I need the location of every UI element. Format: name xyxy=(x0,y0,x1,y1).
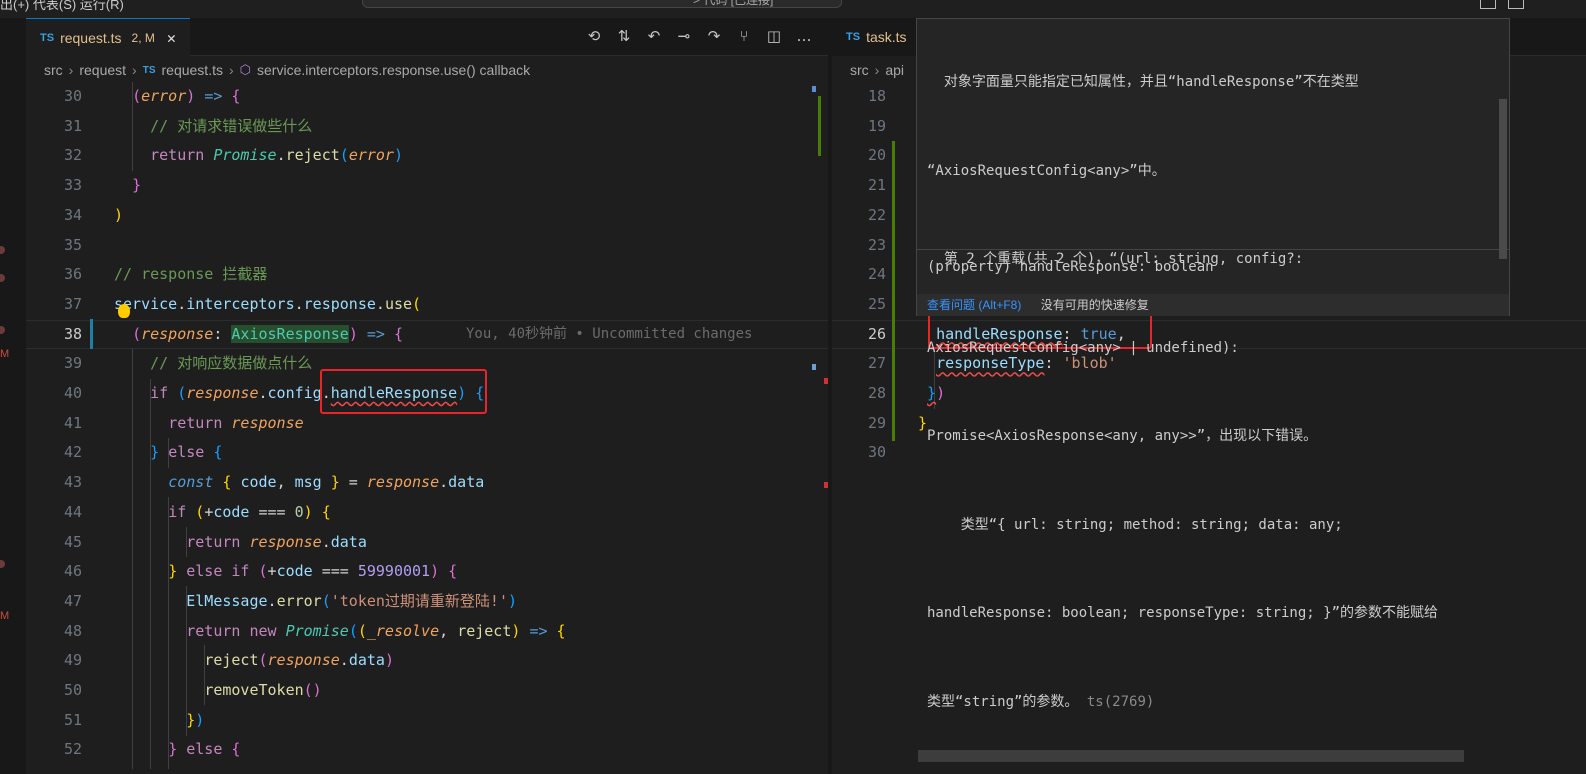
modified-marker: M xyxy=(0,348,10,360)
git-decoration-dot xyxy=(0,326,5,334)
hover-text: 类型“string”的参数。 xyxy=(927,693,1079,710)
code-line: 37 service.interceptors.response.use( xyxy=(63,294,422,313)
code-line: 33 } xyxy=(63,176,142,195)
view-problem-link[interactable]: 查看问题 (Alt+F8) xyxy=(927,298,1021,312)
typescript-icon: TS xyxy=(40,31,55,44)
git-decoration-dot xyxy=(0,274,5,282)
code-line: 34) xyxy=(63,205,124,224)
hover-text: AxiosRequestConfig<any> | undefined): xyxy=(927,339,1239,356)
hover-signature: (property) handleResponse: boolean xyxy=(927,259,1214,275)
code-line: 38 (response: AxiosResponse) => {You, 40… xyxy=(26,320,828,350)
code-line: 42 } else { xyxy=(63,443,223,462)
command-center-label: > 代码 [已连接] xyxy=(693,0,774,7)
hover-scrollbar[interactable] xyxy=(1499,99,1507,259)
command-center[interactable]: > 代码 [已连接] xyxy=(362,0,842,8)
tab-request-ts[interactable]: TS request.ts 2, M ✕ xyxy=(26,18,190,56)
hover-text: “AxiosRequestConfig<any>”中。 xyxy=(927,162,1166,179)
git-decoration-dot xyxy=(0,560,5,568)
code-line: 51 }) xyxy=(63,710,205,729)
minimap-marker xyxy=(812,86,816,92)
code-line: 44 if (+code === 0) { xyxy=(63,502,331,521)
history-icon[interactable]: ⟲ xyxy=(584,26,604,46)
code-line: 32 return Promise.reject(error) xyxy=(63,146,403,165)
breadcrumb: src › request › TS request.ts › ⬡ service.i… xyxy=(44,62,531,78)
horizontal-scrollbar[interactable] xyxy=(918,750,1464,762)
breadcrumb-item[interactable]: src xyxy=(850,62,869,78)
menu-bar[interactable]: 出(+) 代表(S) 运行(R) xyxy=(0,0,124,13)
lightbulb-icon[interactable] xyxy=(118,304,130,318)
git-compare-icon[interactable]: ⇅ xyxy=(614,26,634,46)
problem-badge: 2, M xyxy=(131,30,155,45)
git-decoration-dot xyxy=(0,246,5,254)
modified-marker: M xyxy=(0,610,10,622)
code-line: 52 } else { xyxy=(63,740,241,759)
go-forward-icon[interactable]: ↷ xyxy=(704,26,724,46)
error-hover-popup[interactable]: 对象字面量只能指定已知属性，并且“handleResponse”不在类型 “Ax… xyxy=(916,18,1510,710)
code-line: 48 return new Promise((_resolve, reject)… xyxy=(63,621,566,640)
symbol-method-icon: ⬡ xyxy=(239,62,252,77)
editor-toolbar: ⟲ ⇅ ↶ ⊸ ↷ ⑂ ◫ … xyxy=(584,26,814,46)
maximize-icon[interactable] xyxy=(1508,0,1524,9)
hover-text: Promise<AxiosResponse<any, any>>”，出现以下错误… xyxy=(927,428,1318,444)
code-line: 43 const { code, msg } = response.data xyxy=(63,473,485,492)
minimap-marker xyxy=(812,364,816,370)
breadcrumb-item[interactable]: src xyxy=(44,62,63,78)
git-blame-annotation: You, 40秒钟前 • Uncommitted changes xyxy=(466,325,753,342)
more-actions-icon[interactable]: … xyxy=(794,26,814,46)
code-line: 35 xyxy=(63,235,82,254)
tab-bar: TS request.ts 2, M ✕ ⟲ ⇅ ↶ ⊸ ↷ ⑂ ◫ … xyxy=(26,18,828,56)
code-line: 50 removeToken() xyxy=(63,681,322,699)
no-quick-fix-label: 没有可用的快速修复 xyxy=(1040,298,1149,312)
editor-group-left: TS request.ts 2, M ✕ ⟲ ⇅ ↶ ⊸ ↷ ⑂ ◫ … src… xyxy=(26,18,828,774)
tab-task-ts[interactable]: TS task.ts xyxy=(832,18,921,56)
git-commit-icon[interactable]: ⊸ xyxy=(674,26,694,46)
breadcrumb-item[interactable]: service.interceptors.response.use() call… xyxy=(257,62,530,78)
go-back-icon[interactable]: ↶ xyxy=(644,26,664,46)
breadcrumb-item[interactable]: api xyxy=(885,62,904,78)
hover-status-bar: 查看问题 (Alt+F8) 没有可用的快速修复 xyxy=(917,294,1509,316)
code-line: 45 return response.data xyxy=(63,532,367,551)
window-controls[interactable] xyxy=(1468,0,1578,9)
code-line: 31 // 对请求错误做些什么 xyxy=(63,116,313,135)
code-line: 46 } else if (+code === 59990001) { xyxy=(63,562,458,581)
hover-separator xyxy=(917,249,1509,250)
source-control-icon[interactable]: ⑂ xyxy=(734,26,754,46)
typescript-icon: TS xyxy=(142,64,156,76)
highlight-box xyxy=(320,369,487,414)
tab-filename: request.ts xyxy=(60,29,122,46)
hover-text: handleResponse: boolean; responseType: s… xyxy=(927,605,1439,621)
explorer-sliver: M M xyxy=(0,18,26,774)
typescript-icon: TS xyxy=(846,31,861,43)
breadcrumb-item[interactable]: request xyxy=(79,62,126,78)
restore-icon[interactable] xyxy=(1480,0,1496,9)
tab-filename: task.ts xyxy=(866,29,907,45)
hover-text: 类型“{ url: string; method: string; data: … xyxy=(927,516,1343,533)
close-icon[interactable]: ✕ xyxy=(167,29,176,47)
hover-message: 对象字面量只能指定已知属性，并且“handleResponse”不在类型 “Ax… xyxy=(927,21,1495,774)
split-editor-icon[interactable]: ◫ xyxy=(764,26,784,46)
hover-text: 对象字面量只能指定已知属性，并且“handleResponse”不在类型 xyxy=(927,74,1359,90)
error-code: ts(2769) xyxy=(1086,693,1155,710)
code-line: 30 (error) => { xyxy=(63,87,241,105)
code-line: 36// response 拦截器 xyxy=(63,265,268,284)
code-line: 47 ElMessage.error('token过期请重新登陆!') xyxy=(63,591,518,610)
breadcrumb-item[interactable]: request.ts xyxy=(162,62,223,78)
code-line: 49 reject(response.data) xyxy=(63,651,394,670)
title-bar: 出(+) 代表(S) 运行(R) > 代码 [已连接] xyxy=(0,0,1586,18)
